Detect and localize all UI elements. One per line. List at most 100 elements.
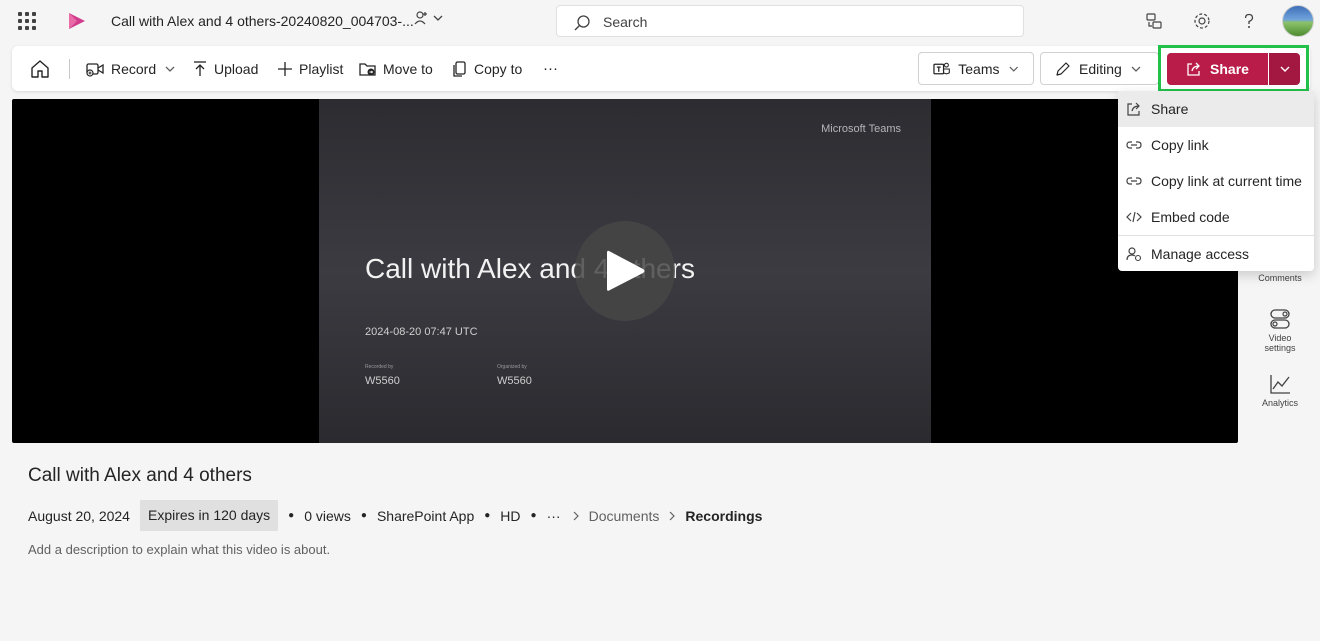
chevron-right-icon — [571, 510, 581, 522]
share-icon — [1187, 62, 1200, 76]
breadcrumb-recordings[interactable]: Recordings — [685, 508, 762, 524]
code-icon — [1126, 211, 1142, 223]
chevron-down-icon — [1280, 66, 1289, 72]
menu-item-label: Embed code — [1151, 209, 1230, 225]
move-folder-icon — [359, 62, 376, 76]
copy-icon — [453, 60, 466, 77]
divider — [69, 59, 70, 79]
menu-item-label: Copy link at current time — [1151, 173, 1302, 189]
menu-item-copy-link-current-time[interactable]: Copy link at current time — [1118, 163, 1314, 199]
play-icon — [607, 250, 645, 291]
expiration-badge[interactable]: Expires in 120 days — [139, 500, 279, 531]
video-settings-label-2: settings — [1264, 343, 1296, 353]
menu-item-embed-code[interactable]: Embed code — [1118, 199, 1314, 235]
pencil-icon — [1056, 61, 1070, 76]
editing-mode-button[interactable]: Editing — [1040, 52, 1159, 85]
menu-item-copy-link[interactable]: Copy link — [1118, 127, 1314, 163]
upload-button[interactable]: Upload — [192, 46, 258, 91]
menu-item-label: Manage access — [1151, 246, 1250, 262]
teams-button[interactable]: Teams — [918, 52, 1034, 85]
bullet-separator: ● — [484, 510, 491, 521]
share-button[interactable]: Share — [1167, 53, 1268, 85]
slide-date: 2024-08-20 07:47 UTC — [365, 326, 478, 338]
video-settings-label-1: Video — [1268, 333, 1292, 343]
play-button[interactable] — [575, 221, 675, 321]
search-box[interactable] — [556, 5, 1024, 37]
top-bar: Call with Alex and 4 others-20240820_004… — [0, 0, 1320, 42]
menu-item-label: Share — [1151, 101, 1189, 117]
menu-item-manage-access[interactable]: Manage access — [1118, 236, 1314, 272]
share-dropdown-menu: Share Copy link Copy link at current tim… — [1118, 91, 1314, 271]
comments-button[interactable]: Comments — [1250, 273, 1310, 283]
chevron-right-icon — [667, 510, 677, 522]
organized-by-label: Organized by — [497, 364, 527, 370]
analytics-button[interactable]: Analytics — [1250, 373, 1310, 408]
recorded-by-value: W5560 — [365, 375, 400, 387]
share-label: Share — [1210, 61, 1249, 77]
move-to-label: Move to — [383, 60, 433, 77]
video-title: Call with Alex and 4 others — [28, 465, 252, 486]
teams-icon — [933, 62, 950, 74]
record-label: Record — [111, 60, 157, 77]
manage-access-icon — [1126, 247, 1142, 262]
upload-icon — [194, 60, 206, 76]
app-launcher-icon[interactable] — [18, 12, 36, 30]
video-settings-button[interactable]: Video settings — [1250, 308, 1310, 353]
settings-gear-icon[interactable] — [1191, 10, 1213, 32]
bullet-separator: ● — [530, 510, 537, 521]
search-input[interactable] — [603, 12, 1003, 32]
link-icon — [1126, 177, 1142, 185]
slide-brand: Microsoft Teams — [821, 123, 901, 135]
description-placeholder[interactable]: Add a description to explain what this v… — [28, 542, 330, 557]
command-bar: Record Upload Playlist Move to Copy to ·… — [12, 46, 1310, 91]
teams-label: Teams — [958, 60, 1000, 77]
share-icon — [1127, 102, 1140, 116]
share-dropdown-toggle[interactable] — [1269, 53, 1300, 85]
chevron-down-icon — [165, 66, 175, 72]
breadcrumb-more[interactable]: ··· — [547, 508, 561, 524]
chevron-down-icon — [1131, 66, 1141, 72]
toggles-icon — [1270, 309, 1290, 329]
feedback-icon[interactable] — [1143, 10, 1165, 32]
video-meta-row: August 20, 2024 Expires in 120 days ● 0 … — [28, 500, 762, 531]
playlist-button[interactable]: Playlist — [277, 46, 343, 91]
user-avatar[interactable] — [1282, 5, 1314, 37]
menu-item-share[interactable]: Share — [1118, 91, 1314, 127]
stream-logo-icon[interactable] — [66, 11, 88, 31]
people-icon[interactable] — [414, 10, 430, 26]
move-to-button[interactable]: Move to — [359, 46, 433, 91]
copy-to-button[interactable]: Copy to — [452, 46, 522, 91]
playlist-label: Playlist — [299, 60, 344, 77]
bullet-separator: ● — [360, 510, 367, 521]
plus-icon — [278, 61, 292, 76]
breadcrumb-documents[interactable]: Documents — [589, 508, 660, 524]
bullet-separator: ● — [288, 510, 295, 521]
home-icon — [31, 59, 49, 78]
quality-badge: HD — [500, 507, 521, 524]
comments-label: Comments — [1258, 273, 1302, 283]
more-options-button[interactable]: ··· — [543, 46, 558, 91]
analytics-label: Analytics — [1261, 398, 1298, 408]
title-actions[interactable] — [414, 10, 444, 26]
home-button[interactable] — [29, 46, 51, 91]
editing-label: Editing — [1079, 60, 1122, 77]
video-player[interactable]: Microsoft Teams Call with Alex and 4 oth… — [12, 99, 1238, 443]
recorded-by-label: Recorded by — [365, 364, 394, 370]
chevron-down-icon — [1008, 66, 1018, 72]
record-camera-icon — [86, 62, 104, 77]
link-icon — [1126, 141, 1142, 149]
analytics-chart-icon — [1270, 375, 1290, 394]
video-file-title: Call with Alex and 4 others-20240820_004… — [111, 13, 414, 29]
menu-item-label: Copy link — [1151, 137, 1209, 153]
search-icon — [574, 15, 590, 31]
record-button[interactable]: Record — [85, 46, 176, 91]
view-count: 0 views — [304, 507, 351, 524]
upload-label: Upload — [214, 60, 259, 77]
copy-to-label: Copy to — [474, 60, 523, 77]
help-icon[interactable] — [1238, 10, 1260, 32]
chevron-down-icon[interactable] — [432, 12, 444, 24]
organized-by-value: W5560 — [497, 375, 532, 387]
more-label: ··· — [543, 60, 558, 77]
source-app: SharePoint App — [376, 507, 475, 524]
video-date: August 20, 2024 — [28, 507, 130, 524]
